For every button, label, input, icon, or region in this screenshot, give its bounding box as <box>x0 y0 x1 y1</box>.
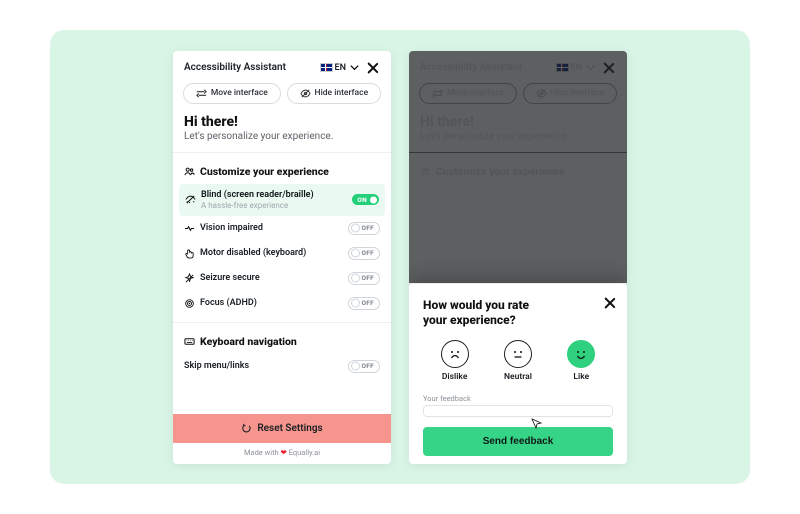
option-seizure[interactable]: Seizure secure OFF <box>173 266 391 291</box>
section-keyboard-label: Keyboard navigation <box>200 335 297 348</box>
rating-neutral[interactable]: Neutral <box>504 340 532 382</box>
face-sad-icon <box>446 345 464 363</box>
toggle-skip[interactable]: OFF <box>348 360 380 373</box>
option-motor-label: Motor disabled (keyboard) <box>200 248 306 258</box>
hide-interface-chip[interactable]: Hide interface <box>287 83 381 104</box>
reset-button[interactable]: Reset Settings <box>173 414 391 443</box>
people-icon <box>184 166 195 177</box>
low-vision-icon <box>184 223 195 234</box>
target-icon <box>184 298 195 309</box>
feedback-sheet: How would you rate your experience? Disl… <box>409 283 627 464</box>
rating-like-label: Like <box>573 372 589 382</box>
close-feedback-button[interactable] <box>603 296 617 310</box>
send-feedback-button[interactable]: Send feedback <box>423 427 613 456</box>
reset-label: Reset Settings <box>257 423 322 434</box>
option-skip[interactable]: Skip menu/links OFF <box>173 354 391 379</box>
option-blind-label: Blind (screen reader/braille) <box>201 190 314 200</box>
option-list: Blind (screen reader/braille) A hassle-f… <box>173 184 391 316</box>
option-focus-label: Focus (ADHD) <box>200 298 257 308</box>
eye-closed-icon <box>185 194 196 205</box>
move-interface-label: Move interface <box>211 88 268 98</box>
panel-header: Accessibility Assistant EN <box>173 51 391 83</box>
flag-uk-icon <box>321 64 332 71</box>
move-icon <box>196 88 207 99</box>
sparkle-off-icon <box>184 273 195 284</box>
option-focus[interactable]: Focus (ADHD) OFF <box>173 291 391 316</box>
move-interface-chip[interactable]: Move interface <box>183 83 281 104</box>
option-seizure-label: Seizure secure <box>200 273 260 283</box>
section-customize-label: Customize your experience <box>200 165 329 178</box>
accessibility-panel: Accessibility Assistant EN Move interfac… <box>173 51 391 464</box>
send-feedback-label: Send feedback <box>483 436 554 447</box>
greeting-title: Hi there! <box>184 114 380 130</box>
toggle-seizure[interactable]: OFF <box>348 272 380 285</box>
greeting-subtitle: Let's personalize your experience. <box>184 131 380 142</box>
hide-interface-label: Hide interface <box>315 88 369 98</box>
language-code: EN <box>335 63 346 73</box>
accessibility-panel-feedback: Accessibility Assistant EN Move interfac… <box>409 51 627 464</box>
stage: Accessibility Assistant EN Move interfac… <box>50 30 750 484</box>
face-happy-icon <box>572 345 590 363</box>
keyboard-icon <box>184 336 195 347</box>
interface-chip-row: Move interface Hide interface <box>173 83 391 112</box>
chevron-down-icon <box>349 62 360 73</box>
dimmed-background: Accessibility Assistant EN Move interfac… <box>409 51 627 283</box>
option-blind-sub: A hassle-free experience <box>201 201 314 210</box>
toggle-vision[interactable]: OFF <box>348 222 380 235</box>
feedback-textarea[interactable] <box>423 405 613 417</box>
feedback-field-label: Your feedback <box>423 394 613 403</box>
option-skip-label: Skip menu/links <box>184 361 249 371</box>
toggle-focus[interactable]: OFF <box>348 297 380 310</box>
close-button[interactable] <box>366 61 380 75</box>
face-neutral-icon <box>509 345 527 363</box>
feedback-title: How would you rate your experience? <box>423 298 613 328</box>
refresh-icon <box>241 423 252 434</box>
language-selector[interactable]: EN <box>321 62 360 73</box>
rating-neutral-label: Neutral <box>504 372 532 382</box>
panel-title: Accessibility Assistant <box>184 62 286 73</box>
hand-icon <box>184 248 195 259</box>
option-motor[interactable]: Motor disabled (keyboard) OFF <box>173 241 391 266</box>
toggle-motor[interactable]: OFF <box>348 247 380 260</box>
rating-like[interactable]: Like <box>567 340 595 382</box>
toggle-blind[interactable]: ON <box>352 194 379 205</box>
eye-off-icon <box>300 88 311 99</box>
rating-row: Dislike Neutral Like <box>423 340 613 382</box>
section-customize: Customize your experience <box>173 152 391 184</box>
cursor-icon <box>531 418 543 430</box>
option-vision-label: Vision impaired <box>200 223 263 233</box>
option-blind[interactable]: Blind (screen reader/braille) A hassle-f… <box>179 184 385 216</box>
section-keyboard: Keyboard navigation <box>173 322 391 354</box>
rating-dislike-label: Dislike <box>442 372 468 382</box>
rating-dislike[interactable]: Dislike <box>441 340 469 382</box>
greeting: Hi there! Let's personalize your experie… <box>173 112 391 146</box>
option-vision[interactable]: Vision impaired OFF <box>173 216 391 241</box>
credit-line: Made with ❤ Equally.ai <box>173 443 391 464</box>
